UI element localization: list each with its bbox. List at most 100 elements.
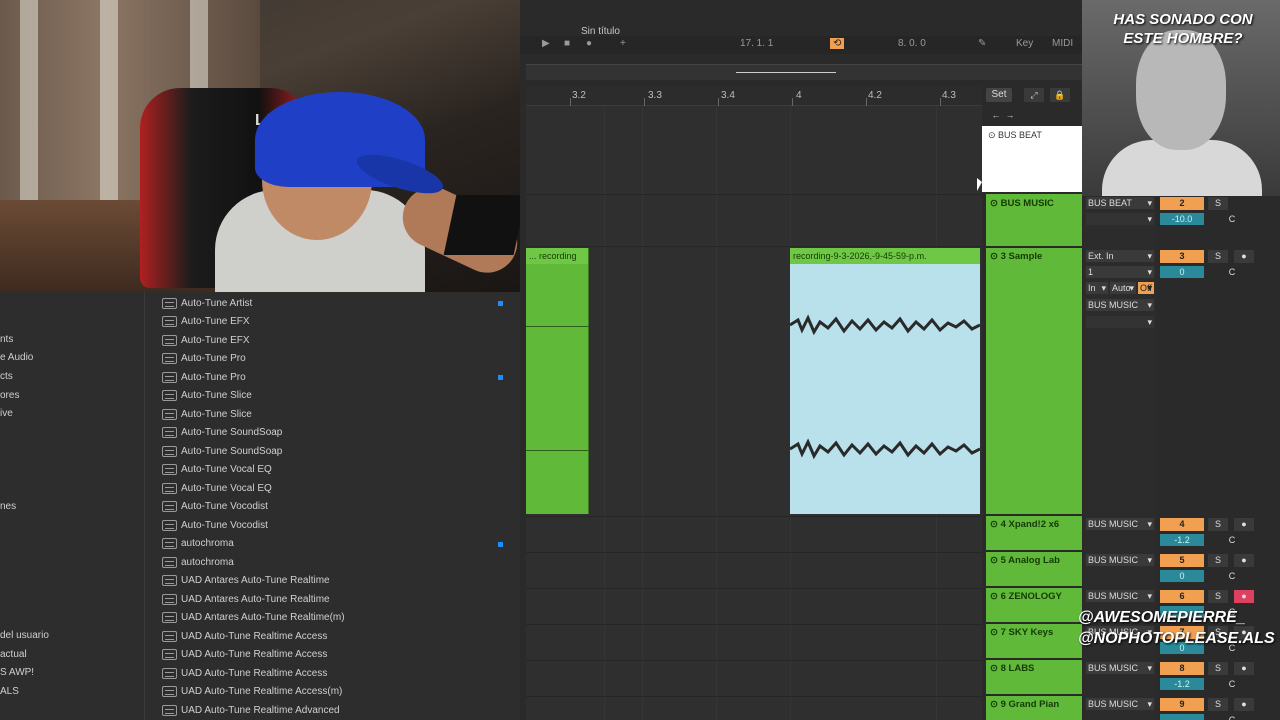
loop-icon[interactable]: ⟲	[830, 38, 845, 49]
sidebar-item[interactable]: ALS	[0, 686, 19, 697]
plugin-list-item[interactable]: Auto-Tune Artist	[162, 294, 252, 312]
monitor-off-button[interactable]: Off	[1138, 282, 1154, 294]
pencil-icon[interactable]: ✎	[978, 38, 986, 49]
plugin-list-item[interactable]: Auto-Tune Pro	[162, 350, 246, 368]
track-activator[interactable]: 6	[1160, 590, 1204, 603]
arrangement-view[interactable]: ... recording recording-9-3-2026,-9-45-5…	[526, 106, 982, 720]
track-activator[interactable]: 4	[1160, 518, 1204, 531]
volume-value[interactable]: -1.2	[1160, 678, 1204, 690]
pan-center[interactable]: C	[1208, 266, 1256, 278]
sidebar-item[interactable]: S AWP!	[0, 667, 34, 678]
sidebar-item[interactable]: nes	[0, 501, 16, 512]
fold-icon[interactable]: ⊙	[990, 627, 1001, 638]
track-activator[interactable]: 8	[1160, 662, 1204, 675]
pan-center[interactable]: C	[1208, 678, 1256, 690]
plugin-list-item[interactable]: Auto-Tune Vocodist	[162, 498, 268, 516]
routing-dropdown[interactable]: BUS MUSIC	[1086, 698, 1154, 710]
plugin-list-item[interactable]: UAD Auto-Tune Realtime Advanced	[162, 701, 340, 719]
solo-button[interactable]: S	[1208, 250, 1228, 263]
plugin-list-item[interactable]: Auto-Tune Slice	[162, 387, 252, 405]
track-activator[interactable]: 3	[1160, 250, 1204, 263]
sidebar-item[interactable]: actual	[0, 649, 27, 660]
routing-dropdown[interactable]	[1086, 213, 1154, 225]
plugin-list-item[interactable]: UAD Auto-Tune Realtime Access	[162, 646, 327, 664]
add-icon[interactable]: +	[620, 38, 626, 49]
volume-value[interactable]: 0	[1160, 266, 1204, 278]
sidebar-item[interactable]: cts	[0, 371, 13, 382]
arm-icon[interactable]: ●	[1234, 518, 1254, 531]
solo-button[interactable]: S	[1208, 590, 1228, 603]
plugin-list-item[interactable]: UAD Antares Auto-Tune Realtime(m)	[162, 609, 345, 627]
fold-icon[interactable]: ⊙	[990, 519, 1001, 530]
set-button[interactable]: Set	[986, 88, 1012, 102]
fold-icon[interactable]: ⊙	[990, 591, 1001, 602]
plugin-list-item[interactable]: Auto-Tune EFX	[162, 313, 250, 331]
solo-button[interactable]: S	[1208, 197, 1228, 210]
track-header[interactable]: ⊙ BUS MUSIC	[990, 198, 1082, 209]
arrangement-overview[interactable]	[526, 64, 1086, 80]
plugin-list-item[interactable]: Auto-Tune Pro	[162, 368, 246, 386]
pan-center[interactable]: C	[1208, 534, 1256, 546]
output-dropdown[interactable]: BUS MUSIC	[1086, 299, 1154, 311]
track-header[interactable]: ⊙ 3 Sample	[990, 251, 1082, 262]
solo-button[interactable]: S	[1208, 518, 1228, 531]
song-position[interactable]: 17. 1. 1	[740, 38, 773, 49]
plugin-list-item[interactable]: Auto-Tune SoundSoap	[162, 442, 282, 460]
fold-icon[interactable]: ⊙	[990, 663, 1001, 674]
routing-dropdown[interactable]: BUS MUSIC	[1086, 554, 1154, 566]
track-activator[interactable]: 5	[1160, 554, 1204, 567]
plugin-list-item[interactable]: UAD Antares Auto-Tune Realtime	[162, 590, 330, 608]
pan-center[interactable]: C	[1208, 570, 1256, 582]
routing-dropdown[interactable]: Ext. In	[1086, 250, 1154, 262]
midi-map-button[interactable]: MIDI	[1052, 38, 1073, 49]
play-icon[interactable]: ▶	[542, 38, 550, 49]
record-icon[interactable]: ●	[586, 38, 592, 49]
routing-dropdown[interactable]: BUS MUSIC	[1086, 662, 1154, 674]
arm-icon[interactable]: ●	[1234, 590, 1254, 603]
track-header[interactable]: ⊙ 4 Xpand!2 x6	[990, 519, 1082, 530]
track-header[interactable]: ⊙ 7 SKY Keys	[990, 627, 1082, 638]
track-activator[interactable]: 2	[1160, 197, 1204, 210]
plugin-list-item[interactable]: autochroma	[162, 535, 234, 553]
input-channel-dropdown[interactable]: 1	[1086, 266, 1154, 278]
volume-value[interactable]: -1.2	[1160, 534, 1204, 546]
arm-icon[interactable]: ●	[1234, 554, 1254, 567]
monitor-auto-button[interactable]: Auto	[1110, 282, 1136, 294]
sidebar-item[interactable]: del usuario	[0, 630, 49, 641]
solo-button[interactable]: S	[1208, 662, 1228, 675]
pan-center[interactable]: C	[1208, 213, 1256, 225]
plugin-list-item[interactable]: UAD Auto-Tune Realtime Access(m)	[162, 683, 342, 701]
volume-value[interactable]: 0	[1160, 570, 1204, 582]
solo-button[interactable]: S	[1208, 554, 1228, 567]
fold-icon[interactable]: ⊙	[988, 130, 998, 140]
key-map-button[interactable]: Key	[1016, 38, 1033, 49]
plugin-list-item[interactable]: UAD Antares Auto-Tune Realtime	[162, 572, 330, 590]
fold-icon[interactable]: ⊙	[990, 555, 1001, 566]
plugin-list-item[interactable]: Auto-Tune SoundSoap	[162, 424, 282, 442]
solo-button[interactable]: S	[1208, 698, 1228, 711]
arm-icon[interactable]: ●	[1234, 662, 1254, 675]
output-channel-dropdown[interactable]	[1086, 316, 1154, 328]
stop-icon[interactable]: ■	[564, 38, 570, 49]
loop-length[interactable]: 8. 0. 0	[898, 38, 926, 49]
plugin-list-item[interactable]: Auto-Tune Vocal EQ	[162, 479, 272, 497]
routing-dropdown[interactable]: BUS BEAT	[1086, 197, 1154, 209]
plugin-list-item[interactable]: autochroma	[162, 553, 234, 571]
plugin-list-item[interactable]: Auto-Tune Vocal EQ	[162, 461, 272, 479]
pan-center[interactable]: C	[1208, 714, 1256, 720]
plugin-list-item[interactable]: Auto-Tune Vocodist	[162, 516, 268, 534]
track-header-bus-beat[interactable]: ⊙ BUS BEAT	[982, 126, 1082, 192]
plugin-list-item[interactable]: UAD Auto-Tune Realtime Access	[162, 627, 327, 645]
track-header[interactable]: ⊙ 9 Grand Pian	[990, 699, 1082, 710]
fold-icon[interactable]: ⊙	[990, 198, 1001, 209]
plugin-list-item[interactable]: UAD Auto-Tune Realtime Access	[162, 664, 327, 682]
arm-icon[interactable]: ●	[1234, 698, 1254, 711]
routing-dropdown[interactable]: BUS MUSIC	[1086, 590, 1154, 602]
track-activator[interactable]: 9	[1160, 698, 1204, 711]
audio-clip-selected[interactable]: recording-9-3-2026,-9-45-59-p.m.	[790, 248, 980, 514]
plugin-list-item[interactable]: Auto-Tune Slice	[162, 405, 252, 423]
sidebar-item[interactable]: ores	[0, 390, 19, 401]
volume-value[interactable]: -10.0	[1160, 213, 1204, 225]
plugin-list-item[interactable]: Auto-Tune EFX	[162, 331, 250, 349]
arm-icon[interactable]: ●	[1234, 250, 1254, 263]
